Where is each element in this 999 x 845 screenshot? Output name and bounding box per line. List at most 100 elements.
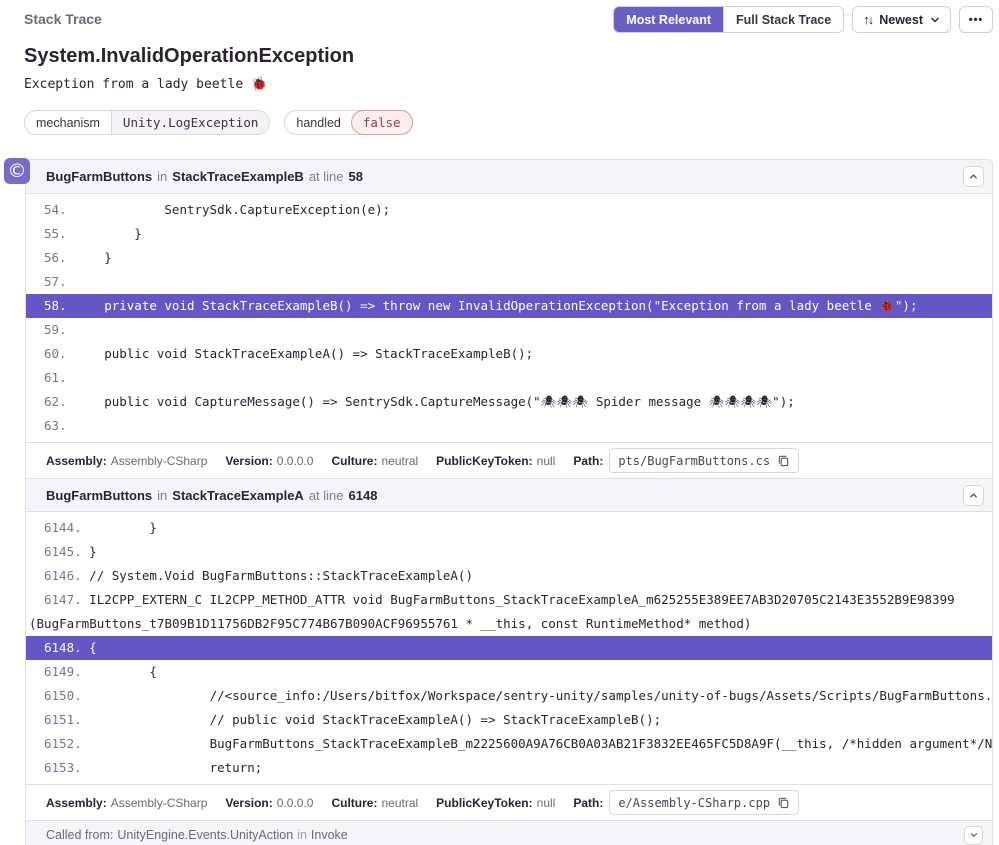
code-line: 55. } bbox=[26, 222, 992, 246]
code-line: 6151. // public void StackTraceExampleA(… bbox=[26, 708, 992, 732]
line-number: 57. bbox=[44, 274, 67, 289]
assembly-field-value: 0.0.0.0 bbox=[277, 796, 314, 810]
stack-frame: BugFarmButtons in StackTraceExampleA at … bbox=[26, 478, 992, 820]
line-number: 62. bbox=[44, 394, 67, 409]
assembly-path: Path: e/Assembly-CSharp.cpp bbox=[573, 790, 799, 815]
assembly-field: Assembly: Assembly-CSharp bbox=[46, 796, 207, 810]
line-number: 6145. bbox=[44, 544, 82, 559]
frame-header[interactable]: BugFarmButtons in StackTraceExampleA at … bbox=[26, 478, 992, 512]
assembly-field-label: Assembly: bbox=[46, 454, 107, 468]
code-line: 62. public void CaptureMessage() => Sent… bbox=[26, 390, 992, 414]
line-number: 6144. bbox=[44, 520, 82, 535]
assembly-field: Culture:neutral bbox=[331, 454, 418, 468]
tag-pill-handled[interactable]: handledfalse bbox=[284, 110, 412, 135]
assembly-field: Version: 0.0.0.0 bbox=[225, 454, 313, 468]
assembly-path: Path: pts/BugFarmButtons.cs bbox=[573, 448, 799, 473]
copy-icon bbox=[777, 454, 790, 467]
code-line: 57. bbox=[26, 270, 992, 294]
more-options-button[interactable]: ••• bbox=[959, 6, 993, 33]
sort-arrows-icon: ↑↓ bbox=[863, 12, 872, 27]
collapse-frame-button[interactable] bbox=[963, 166, 984, 187]
chevron-down-icon bbox=[930, 15, 940, 25]
line-number: 59. bbox=[44, 322, 67, 337]
view-toggle-most-relevant[interactable]: Most Relevant bbox=[614, 7, 723, 32]
assembly-path-text: e/Assembly-CSharp.cpp bbox=[618, 796, 770, 810]
sort-button[interactable]: ↑↓ Newest bbox=[852, 6, 951, 33]
top-bar: Stack Trace Most RelevantFull Stack Trac… bbox=[0, 0, 999, 33]
tag-value: Unity.LogException bbox=[111, 111, 269, 134]
assembly-field: PublicKeyToken:null bbox=[436, 454, 555, 468]
view-toggle: Most RelevantFull Stack Trace bbox=[613, 6, 844, 33]
code-line: 6144. } bbox=[26, 516, 992, 540]
line-number: 6146. bbox=[44, 568, 82, 583]
tag-key: mechanism bbox=[25, 111, 111, 134]
collapse-frame-button[interactable] bbox=[963, 485, 984, 506]
code-line: 6152. BugFarmButtons_StackTraceExampleB_… bbox=[26, 732, 992, 756]
assembly-field-value: neutral bbox=[381, 796, 418, 810]
frame-module: BugFarmButtons bbox=[46, 169, 152, 184]
tag-value: false bbox=[351, 110, 413, 135]
view-toggle-full-stack-trace[interactable]: Full Stack Trace bbox=[723, 7, 843, 32]
assembly-field-value: 0.0.0.0 bbox=[277, 454, 314, 468]
line-number: 6151. bbox=[44, 712, 82, 727]
assembly-info-row: Assembly: Assembly-CSharp Version: 0.0.0.0 C… bbox=[26, 784, 992, 820]
code-line: (BugFarmButtons_t7B09B1D11756DB2F95C774B… bbox=[26, 612, 992, 636]
frame-header[interactable]: BugFarmButtons in StackTraceExampleB at … bbox=[26, 160, 992, 194]
stack-trace-container: BugFarmButtons in StackTraceExampleB at … bbox=[25, 159, 993, 845]
code-line: 54. SentrySdk.CaptureException(e); bbox=[26, 198, 992, 222]
page-title: System.InvalidOperationException bbox=[24, 45, 999, 68]
assembly-field: Culture: neutral bbox=[331, 796, 418, 810]
frame-function: StackTraceExampleB bbox=[172, 169, 304, 184]
code-line: 56. } bbox=[26, 246, 992, 270]
tag-key: handled bbox=[285, 111, 352, 134]
stack-frame: BugFarmButtons in StackTraceExampleB at … bbox=[26, 160, 992, 478]
assembly-field-value: null bbox=[537, 454, 556, 468]
assembly-field: Version: 0.0.0.0 bbox=[225, 796, 313, 810]
tag-pill-mechanism[interactable]: mechanismUnity.LogException bbox=[24, 110, 270, 135]
code-line: 6153. return; bbox=[26, 756, 992, 780]
assembly-field: PublicKeyToken: null bbox=[436, 796, 555, 810]
code-block: 6144. }6145. }6146. // System.Void BugFa… bbox=[26, 512, 992, 784]
ellipsis-icon: ••• bbox=[969, 14, 984, 26]
chevron-up-icon bbox=[968, 490, 979, 501]
assembly-field-label: Culture: bbox=[331, 796, 377, 810]
assembly-field-label: Assembly: bbox=[46, 796, 107, 810]
called-from-in-label: in bbox=[297, 828, 307, 842]
assembly-field-value: neutral bbox=[381, 454, 418, 468]
assembly-field-label: PublicKeyToken: bbox=[436, 796, 532, 810]
assembly-path-box[interactable]: pts/BugFarmButtons.cs bbox=[609, 448, 799, 473]
code-line-highlighted: 58. private void StackTraceExampleB() =>… bbox=[26, 294, 992, 318]
code-line: 60. public void StackTraceExampleA() => … bbox=[26, 342, 992, 366]
called-from-label: Called from: bbox=[46, 828, 113, 842]
frame-line-number: 6148 bbox=[349, 488, 378, 503]
assembly-field-value: Assembly-CSharp bbox=[111, 796, 208, 810]
expand-called-from-button[interactable] bbox=[964, 826, 983, 845]
assembly-path-box[interactable]: e/Assembly-CSharp.cpp bbox=[609, 790, 799, 815]
csharp-icon: © bbox=[4, 158, 30, 184]
frame-function: StackTraceExampleA bbox=[172, 488, 304, 503]
sort-label: Newest bbox=[879, 13, 923, 27]
frame-in-label: in bbox=[157, 169, 167, 184]
frame-module: BugFarmButtons bbox=[46, 488, 152, 503]
assembly-field-label: Version: bbox=[225, 454, 272, 468]
tags-row: mechanismUnity.LogException handledfalse bbox=[24, 110, 999, 135]
line-number: 6153. bbox=[44, 760, 82, 775]
called-from-row: Called from: UnityEngine.Events.UnityAct… bbox=[26, 820, 992, 845]
code-line: 6149. { bbox=[26, 660, 992, 684]
code-line: 6147. IL2CPP_EXTERN_C IL2CPP_METHOD_ATTR… bbox=[26, 588, 992, 612]
copy-icon bbox=[777, 796, 790, 809]
line-number: 61. bbox=[44, 370, 67, 385]
chevron-down-icon bbox=[969, 830, 979, 840]
chevron-up-icon bbox=[968, 171, 979, 182]
code-line-highlighted: 6148. { bbox=[26, 636, 992, 660]
assembly-field-label: Version: bbox=[225, 796, 272, 810]
line-number: 6149. bbox=[44, 664, 82, 679]
code-line: 6150. //<source_info:/Users/bitfox/Works… bbox=[26, 684, 992, 708]
line-number: 56. bbox=[44, 250, 67, 265]
line-number: 6147. bbox=[44, 592, 82, 607]
assembly-field-value: null bbox=[537, 796, 556, 810]
called-from-module: UnityEngine.Events.UnityAction bbox=[117, 828, 293, 842]
line-number: 6148. bbox=[44, 640, 82, 655]
exception-message: Exception from a lady beetle 🐞 bbox=[24, 77, 999, 92]
stack-trace-section: © BugFarmButtons in StackTraceExampleB a… bbox=[25, 159, 993, 845]
